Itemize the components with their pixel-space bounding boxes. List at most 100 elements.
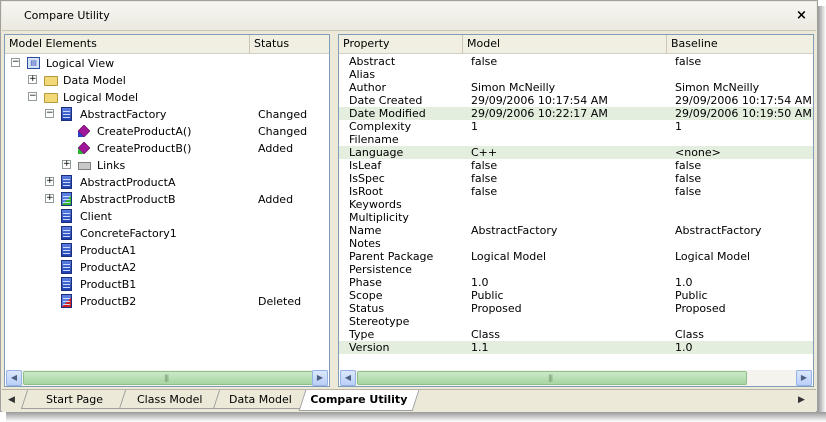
property-row[interactable]: Type Class Class [339,328,813,341]
property-cell-property: Multiplicity [349,211,409,224]
property-cell-baseline: 1.0 [675,341,693,354]
property-row[interactable]: IsRoot false false [339,185,813,198]
tree-item[interactable]: ProductB1 [5,276,329,293]
property-cell-model: 29/09/2006 10:22:17 AM [471,107,608,120]
scroll-left-icon[interactable]: ◀ [340,370,356,386]
tree-item[interactable]: ProductB2 Deleted [5,293,329,310]
class-icon [61,277,72,291]
property-cell-model: 29/09/2006 10:17:54 AM [471,94,608,107]
tree-item[interactable]: Client [5,208,329,225]
property-row[interactable]: Phase 1.0 1.0 [339,276,813,289]
expand-icon[interactable]: + [62,160,71,169]
property-row[interactable]: Parent Package Logical Model Logical Model [339,250,813,263]
property-cell-baseline: 1.0 [675,276,693,289]
column-header-baseline[interactable]: Baseline [667,35,813,53]
expand-icon[interactable]: + [45,194,54,203]
class-added-icon [61,192,72,206]
expand-icon[interactable]: + [28,75,37,84]
collapse-icon[interactable]: − [28,92,37,101]
property-row[interactable]: Language C++ <none> [339,146,813,159]
column-header-property[interactable]: Property [339,35,463,53]
scroll-thumb[interactable]: ||| [357,371,747,385]
tab-compare-utility[interactable]: Compare Utility [298,390,420,411]
tree-item-label: Data Model [63,74,126,87]
property-row[interactable]: IsLeaf false false [339,159,813,172]
property-row[interactable]: Version 1.1 1.0 [339,341,813,354]
links-icon [78,162,91,170]
property-row[interactable]: Alias [339,68,813,81]
expand-icon[interactable]: + [45,177,54,186]
scroll-thumb[interactable]: ||| [23,371,313,385]
tree-item-status: Deleted [258,295,302,308]
property-row[interactable]: Author Simon McNeilly Simon McNeilly [339,81,813,94]
property-compare-pane: Property Model Baseline Abstract false fal… [338,34,814,387]
property-cell-model: false [471,159,498,172]
tree-item[interactable]: − AbstractFactory Changed [5,106,329,123]
property-cell-property: Stereotype [349,315,410,328]
property-cell-property: Date Modified [349,107,426,120]
property-cell-model: false [471,172,498,185]
tab-data-model[interactable]: Data Model [212,390,308,409]
model-elements-pane: Model Elements Status − ▤ Logical View + Dat… [4,34,330,387]
tree-item[interactable]: ProductA2 [5,259,329,276]
tree-item[interactable]: CreateProductB() Added [5,140,329,157]
close-icon[interactable]: × [796,8,807,23]
property-row[interactable]: Multiplicity [339,211,813,224]
class-icon [61,243,72,257]
tree-item[interactable]: − Logical Model [5,89,329,106]
tree-item-label: ProductA1 [80,244,137,257]
tree-item-label: Client [80,210,112,223]
tab-scroll-right-icon[interactable]: ▶ [798,395,805,405]
column-header-model[interactable]: Model [463,35,667,53]
property-row[interactable]: IsSpec false false [339,172,813,185]
property-row[interactable]: Status Proposed Proposed [339,302,813,315]
tab-class-model[interactable]: Class Model [118,390,222,409]
scroll-right-icon[interactable]: ▶ [796,370,812,386]
property-cell-model: Logical Model [471,250,547,263]
property-row[interactable]: Scope Public Public [339,289,813,302]
property-cell-model: Simon McNeilly [471,81,556,94]
tree-item-label: AbstractFactory [80,108,167,121]
property-cell-baseline: Public [675,289,708,302]
scroll-left-icon[interactable]: ◀ [6,370,22,386]
property-cell-property: Complexity [349,120,412,133]
property-row[interactable]: Filename [339,133,813,146]
property-row[interactable]: Keywords [339,198,813,211]
property-row[interactable]: Abstract false false [339,55,813,68]
tab-start-page[interactable]: Start Page [20,390,128,409]
tree-item[interactable]: − ▤ Logical View [5,55,329,72]
operation-added-icon [77,141,91,155]
column-header-model-elements[interactable]: Model Elements [5,35,250,53]
property-cell-property: Parent Package [349,250,434,263]
tree-horizontal-scrollbar[interactable]: ◀ ||| ▶ [6,370,328,386]
property-header: Property Model Baseline [339,35,813,54]
tree-item[interactable]: + Data Model [5,72,329,89]
tree-item[interactable]: ConcreteFactory1 [5,225,329,242]
property-cell-baseline: AbstractFactory [675,224,762,237]
collapse-icon[interactable]: − [45,109,54,118]
property-cell-property: IsLeaf [349,159,382,172]
property-cell-model: 1 [471,120,478,133]
property-row[interactable]: Complexity 1 1 [339,120,813,133]
property-horizontal-scrollbar[interactable]: ◀ ||| ▶ [340,370,812,386]
tree-item[interactable]: + AbstractProductB Added [5,191,329,208]
tree-item[interactable]: + AbstractProductA [5,174,329,191]
tab-scroll-left-icon[interactable]: ◀ [8,395,15,405]
property-cell-property: Abstract [349,55,396,68]
property-row[interactable]: Date Created 29/09/2006 10:17:54 AM 29/09/… [339,94,813,107]
property-row[interactable]: Persistence [339,263,813,276]
property-row[interactable]: Name AbstractFactory AbstractFactory [339,224,813,237]
collapse-icon[interactable]: − [11,58,20,67]
tree-item-status: Changed [258,125,308,138]
tree-item[interactable]: CreateProductA() Changed [5,123,329,140]
tree-item[interactable]: + Links [5,157,329,174]
property-cell-property: Alias [349,68,376,81]
scroll-right-icon[interactable]: ▶ [312,370,328,386]
property-row[interactable]: Date Modified 29/09/2006 10:22:17 AM 29/09… [339,107,813,120]
property-cell-model: AbstractFactory [471,224,558,237]
property-cell-property: Date Created [349,94,423,107]
property-row[interactable]: Stereotype [339,315,813,328]
tree-item[interactable]: ProductA1 [5,242,329,259]
property-row[interactable]: Notes [339,237,813,250]
column-header-status[interactable]: Status [250,35,329,53]
